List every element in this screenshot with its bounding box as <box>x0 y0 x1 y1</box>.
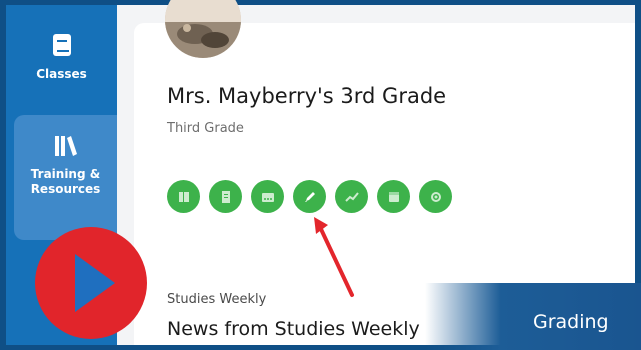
document-icon <box>221 190 230 203</box>
action-settings-button[interactable] <box>419 180 452 213</box>
pencil-icon <box>304 191 315 202</box>
action-book-button[interactable] <box>167 180 200 213</box>
class-grade-label: Third Grade <box>167 121 244 136</box>
settings-icon <box>430 191 441 202</box>
chart-icon <box>344 191 359 202</box>
action-document-button[interactable] <box>209 180 242 213</box>
caption-text: Grading <box>533 311 609 333</box>
play-button[interactable] <box>35 227 147 339</box>
book-icon <box>178 191 189 202</box>
play-icon <box>75 254 115 312</box>
roster-icon <box>261 192 274 202</box>
sidebar-item-label-line2: Resources <box>30 182 101 196</box>
action-roster-button[interactable] <box>251 180 284 213</box>
news-section-label: Studies Weekly <box>167 292 267 307</box>
action-calendar-button[interactable] <box>377 180 410 213</box>
sidebar-item-classes[interactable]: Classes <box>6 23 117 108</box>
class-title: Mrs. Mayberry's 3rd Grade <box>167 84 447 108</box>
sidebar-item-label-line1: Training & <box>30 167 101 181</box>
calendar-icon <box>388 191 399 202</box>
news-section-title[interactable]: News from Studies Weekly <box>167 318 420 340</box>
sidebar-item-training-resources[interactable]: Training & Resources <box>14 115 117 240</box>
red-arrow-icon <box>314 217 354 297</box>
sidebar-item-label: Classes <box>36 67 87 81</box>
library-icon <box>54 133 78 157</box>
book-icon <box>52 33 72 57</box>
